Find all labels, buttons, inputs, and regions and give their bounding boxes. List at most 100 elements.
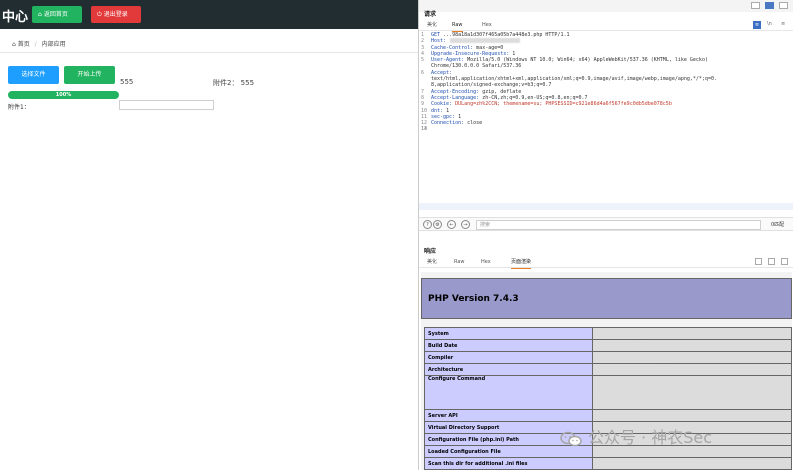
home-icon: ⌂ (12, 41, 16, 48)
phpinfo-key: Architecture (424, 363, 593, 376)
header-value: Mozilla/5.0 (Windows NT 10.0; Win64; x64… (467, 57, 708, 64)
phpinfo-key: Scan this dir for additional .ini files (424, 457, 593, 470)
phpinfo-value (592, 409, 792, 422)
phpinfo-row: Server API (424, 409, 792, 422)
header-value: DULang=zh%2CCN; themename=su; PHPSESSID=… (455, 101, 672, 108)
header-key: Upgrade-Insecure-Requests: (431, 50, 510, 57)
header-key: GET (431, 32, 441, 38)
start-upload-button[interactable]: 开始上传 (64, 66, 115, 84)
breadcrumb: ⌂ 首页 / 内部应用 (0, 36, 418, 53)
tab-request-raw[interactable]: Raw (452, 20, 463, 32)
match-count: 0匹配 (771, 222, 785, 228)
back-arrow-icon[interactable]: ← (447, 220, 456, 229)
phpinfo-value (592, 327, 792, 340)
layout-split-icon[interactable] (751, 2, 760, 9)
php-version-title: PHP Version 7.4.3 (428, 294, 519, 304)
header-value: gzip, deflate (482, 88, 522, 95)
request-editor[interactable]: 1 GET ...98a18a1d307f465a05b7a448e3.php H… (419, 32, 793, 214)
tab-request-hex[interactable]: Hex (482, 20, 492, 31)
phpinfo-value (592, 351, 792, 364)
phpinfo-banner: PHP Version 7.4.3 (421, 278, 792, 319)
phpinfo-row: Compiler (424, 351, 792, 364)
header-value: max-age=0 (476, 44, 504, 51)
proxy-pane: 请求 美化 Raw Hex ≡ \n ≡ 1 GET ...98a18a1d307… (418, 0, 793, 470)
tab-response-hex[interactable]: Hex (481, 257, 491, 268)
redacted-host (450, 38, 521, 44)
tab-request-pretty[interactable]: 美化 (427, 20, 437, 31)
redacted-value (596, 366, 675, 372)
header-key: Cache-Control: (431, 44, 474, 51)
home-icon: ⌂ (38, 11, 42, 18)
header-value: 1 (458, 113, 462, 120)
header-key: Accept-Encoding: (431, 88, 480, 95)
phpinfo-value (592, 363, 792, 376)
breadcrumb-separator: / (34, 41, 37, 48)
header-key: User-Agent: (431, 57, 465, 64)
newline-icon[interactable]: \n (767, 21, 772, 27)
choose-file-button[interactable]: 选择文件 (8, 66, 59, 84)
redacted-value (596, 342, 649, 348)
phpinfo-key: Server API (424, 409, 593, 422)
tab-response-render[interactable]: 页面渲染 (511, 257, 532, 269)
watermark: 公众号 · 神农Sec (560, 427, 712, 449)
phpinfo-row: Architecture (424, 363, 792, 376)
phpinfo-row: Scan this dir for additional .ini files (424, 457, 792, 470)
app-header: 中心 ⌂ 返回首页 ⏻ 退出登录 (0, 0, 418, 29)
selected-value: 555 (120, 78, 134, 86)
header-value: 1 (446, 107, 450, 114)
help-icon[interactable]: ? (423, 220, 432, 229)
tab-response-pretty[interactable]: 美化 (427, 257, 437, 268)
layout-horizontal-icon[interactable] (765, 2, 774, 9)
minimize-icon[interactable] (768, 258, 775, 265)
header-value: 8,application/signed-exchange;v=b3;q=0.7 (431, 82, 552, 89)
forward-arrow-icon[interactable]: → (461, 220, 470, 229)
line-number: 14 (421, 126, 428, 133)
watermark-text: 公众号 · 神农Sec (588, 428, 713, 447)
header-key: Accept: (431, 69, 453, 76)
response-title: 响应 (424, 248, 437, 255)
header-value: text/html,application/xhtml+xml,applicat… (431, 76, 717, 83)
phpinfo-row: System (424, 327, 792, 340)
split-view-icon[interactable] (755, 258, 762, 265)
menu-icon[interactable]: ≡ (781, 21, 785, 27)
wrap-icon[interactable]: ≡ (753, 21, 761, 29)
header-key: Cookie: (431, 101, 453, 108)
header-key: Accept-Language: (431, 94, 480, 101)
redacted-value (596, 330, 636, 336)
logout-button-label: 退出登录 (103, 11, 128, 18)
header-key: Host: (431, 38, 447, 45)
search-bar: ? ⚙ ← → 搜索 0匹配 (419, 217, 793, 231)
web-app-pane: 中心 ⌂ 返回首页 ⏻ 退出登录 ⌂ 首页 / 内部应用 选择文件 开始上传 555… (0, 0, 418, 470)
header-value: 1 (512, 50, 516, 57)
breadcrumb-home[interactable]: 首页 (18, 41, 30, 48)
header-value: close (467, 120, 483, 127)
redacted-value (596, 460, 693, 466)
header-key: dnt: (431, 107, 444, 114)
maximize-icon[interactable] (781, 258, 788, 265)
phpinfo-key: Compiler (424, 351, 593, 364)
settings-icon[interactable]: ⚙ (433, 220, 442, 229)
phpinfo-key: Configure Command (424, 375, 593, 410)
header-key: sec-gpc: (431, 113, 456, 120)
layout-vertical-icon[interactable] (779, 2, 788, 9)
search-input[interactable]: 搜索 (476, 220, 761, 230)
header-value: zh-CN,zh;q=0.9,en-US;q=0.8,en;q=0.7 (482, 94, 588, 101)
phpinfo-key: System (424, 327, 593, 340)
redacted-value (596, 389, 746, 395)
phpinfo-value (592, 339, 792, 352)
redacted-value (596, 448, 680, 454)
request-tabs: 美化 Raw Hex (419, 20, 793, 32)
home-button[interactable]: ⌂ 返回首页 (32, 6, 82, 23)
attachment1-input[interactable] (119, 100, 214, 110)
phpinfo-value (592, 457, 792, 470)
header-value: ...98a18a1d307f465a05b7a448e3.php HTTP/1… (443, 32, 570, 38)
logout-button[interactable]: ⏻ 退出登录 (91, 6, 141, 23)
redacted-value (596, 354, 662, 360)
attachment1-label: 附件1： (8, 104, 30, 111)
layout-toolbar (419, 0, 793, 12)
phpinfo-value (592, 375, 792, 410)
tab-response-raw[interactable]: Raw (454, 257, 465, 268)
response-tabs: 美化 Raw Hex 页面渲染 (419, 257, 793, 269)
phpinfo-key: Build Date (424, 339, 593, 352)
wechat-icon (560, 431, 582, 446)
